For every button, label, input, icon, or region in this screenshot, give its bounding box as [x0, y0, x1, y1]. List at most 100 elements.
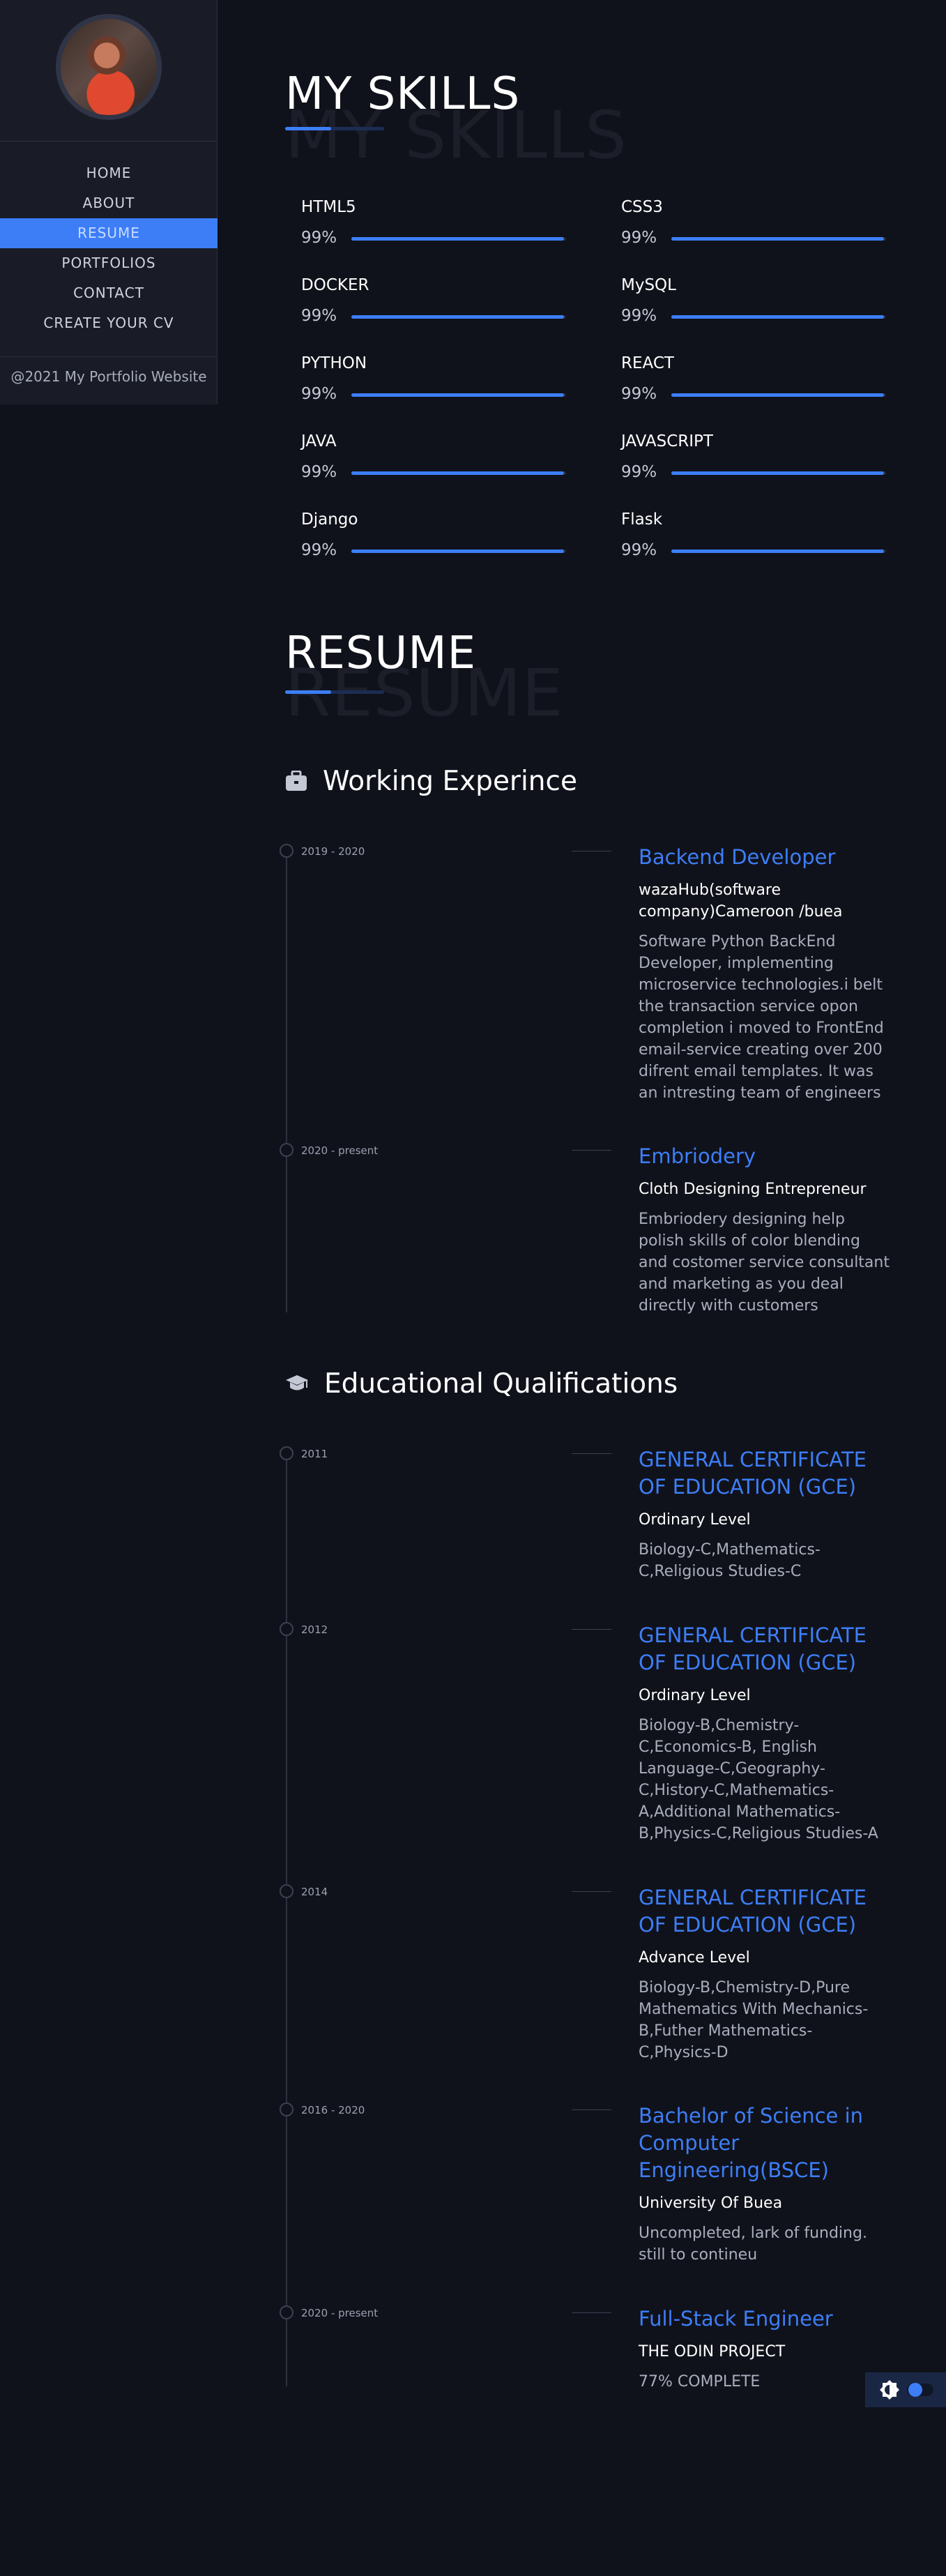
sidebar-footer: @2021 My Portfolio Website: [10, 368, 207, 385]
skill-percent: 99%: [301, 229, 337, 247]
timeline-title: Backend Developer: [639, 845, 836, 869]
timeline-subtitle: THE ODIN PROJECT: [639, 2343, 786, 2361]
resume-title: RESUME: [285, 628, 477, 679]
timeline-description: Biology-B,Chemistry-D,Pure Mathematics W…: [639, 1979, 869, 2061]
timeline-subtitle: wazaHub(software company)Cameroon /buea: [639, 881, 843, 920]
timeline-subtitle: University Of Buea: [639, 2195, 783, 2212]
skill-name: REACT: [621, 354, 674, 372]
timeline-marker: [280, 2305, 293, 2319]
sidebar-nav: HOME ABOUT RESUME PORTFOLIOS CONTACT CRE…: [0, 158, 218, 338]
skill-item: DOCKER 99%: [301, 276, 566, 325]
timeline-date: 2014: [301, 1886, 328, 1898]
skill-name: Django: [301, 510, 358, 529]
skill-item: JAVASCRIPT 99%: [621, 432, 886, 481]
timeline-description: Embriodery designing help polish skills …: [639, 1211, 890, 1314]
timeline-description: Software Python BackEnd Developer, imple…: [639, 933, 884, 1102]
skill-item: Django 99%: [301, 510, 566, 559]
skill-name: JAVA: [301, 432, 337, 450]
timeline-marker: [280, 1446, 293, 1460]
nav-item-about[interactable]: ABOUT: [0, 188, 218, 218]
skill-name: Flask: [621, 510, 663, 529]
skill-name: CSS3: [621, 198, 663, 216]
skill-percent: 99%: [621, 229, 657, 247]
nav-item-contact[interactable]: CONTACT: [0, 278, 218, 308]
skills-title: MY SKILLS: [285, 68, 521, 120]
timeline-description: Biology-B,Chemistry-C,Economics-B, Engli…: [639, 1717, 878, 1842]
skill-percent: 99%: [621, 541, 657, 559]
skill-progress-bar: [671, 237, 886, 241]
avatar: [56, 14, 162, 120]
skill-item: HTML5 99%: [301, 198, 566, 247]
skill-percent: 99%: [301, 385, 337, 403]
timeline-marker: [280, 844, 293, 858]
timeline-date: 2019 - 2020: [301, 845, 365, 858]
skills-title-bar: [285, 127, 384, 130]
skill-progress-bar: [351, 550, 566, 553]
skill-progress-bar: [351, 471, 566, 475]
nav-item-portfolios[interactable]: PORTFOLIOS: [0, 248, 218, 278]
work-heading-label: Working Experince: [323, 765, 577, 797]
skill-percent: 99%: [301, 541, 337, 559]
toggle-knob: [908, 2383, 922, 2397]
timeline-subtitle: Ordinary Level: [639, 1687, 751, 1704]
skill-progress-bar: [671, 393, 886, 397]
timeline-subtitle: Ordinary Level: [639, 1511, 751, 1529]
skill-item: REACT 99%: [621, 354, 886, 403]
sidebar-divider: [0, 141, 218, 142]
timeline-marker: [280, 1884, 293, 1898]
skill-percent: 99%: [621, 385, 657, 403]
skill-name: DOCKER: [301, 276, 369, 294]
sidebar-divider: [0, 356, 218, 357]
skill-name: JAVASCRIPT: [621, 432, 713, 450]
education-timeline-line: [286, 1446, 287, 2386]
nav-item-home[interactable]: HOME: [0, 158, 218, 188]
briefcase-icon: [286, 771, 307, 791]
skill-percent: 99%: [621, 463, 657, 481]
nav-item-create-cv[interactable]: CREATE YOUR CV: [0, 308, 218, 338]
skill-item: JAVA 99%: [301, 432, 566, 481]
skill-progress-bar: [671, 550, 886, 553]
timeline-subtitle: Advance Level: [639, 1949, 750, 1967]
timeline-date: 2020 - present: [301, 2307, 379, 2319]
timeline-description: Biology-C,Mathematics-C,Religious Studie…: [639, 1541, 821, 1580]
timeline-marker: [280, 2103, 293, 2116]
timeline-description: Uncompleted, lark of funding. still to c…: [639, 2225, 867, 2264]
education-heading-label: Educational Qualifications: [324, 1367, 678, 1400]
timeline-title: GENERAL CERTIFICATE OF EDUCATION (GCE): [639, 1886, 867, 1937]
skill-percent: 99%: [301, 463, 337, 481]
skill-progress-bar: [351, 393, 566, 397]
skill-progress-bar: [671, 315, 886, 319]
graduation-cap-icon: [286, 1375, 308, 1391]
skill-name: PYTHON: [301, 354, 367, 372]
timeline-date: 2020 - present: [301, 1144, 379, 1157]
skill-progress-bar: [671, 471, 886, 475]
theme-toggle[interactable]: [865, 2372, 946, 2407]
resume-title-bar: [285, 690, 384, 694]
skill-item: PYTHON 99%: [301, 354, 566, 403]
skill-progress-bar: [351, 237, 566, 241]
theme-toggle-switch[interactable]: [907, 2383, 933, 2397]
skill-item: MySQL 99%: [621, 276, 886, 325]
skill-percent: 99%: [301, 307, 337, 325]
timeline-title: Full-Stack Engineer: [639, 2307, 833, 2331]
skill-item: CSS3 99%: [621, 198, 886, 247]
brightness-icon: [880, 2380, 899, 2400]
timeline-description: 77% COMPLETE: [639, 2373, 761, 2391]
nav-item-resume[interactable]: RESUME: [0, 218, 218, 248]
timeline-marker: [280, 1143, 293, 1157]
work-heading: Working Experince: [285, 764, 577, 798]
skill-item: Flask 99%: [621, 510, 886, 559]
timeline-title: GENERAL CERTIFICATE OF EDUCATION (GCE): [639, 1448, 867, 1499]
timeline-subtitle: Cloth Designing Entrepreneur: [639, 1181, 867, 1198]
timeline-title: GENERAL CERTIFICATE OF EDUCATION (GCE): [639, 1623, 867, 1674]
skill-name: MySQL: [621, 276, 676, 294]
timeline-title: Embriodery: [639, 1144, 756, 1168]
timeline-date: 2016 - 2020: [301, 2104, 365, 2116]
timeline-date: 2011: [301, 1448, 328, 1460]
skill-progress-bar: [351, 315, 566, 319]
sidebar: HOME ABOUT RESUME PORTFOLIOS CONTACT CRE…: [0, 0, 218, 404]
education-heading: Educational Qualifications: [285, 1366, 678, 1401]
timeline-date: 2012: [301, 1623, 328, 1636]
timeline-title: Bachelor of Science in Computer Engineer…: [639, 2104, 864, 2182]
timeline-marker: [280, 1622, 293, 1636]
